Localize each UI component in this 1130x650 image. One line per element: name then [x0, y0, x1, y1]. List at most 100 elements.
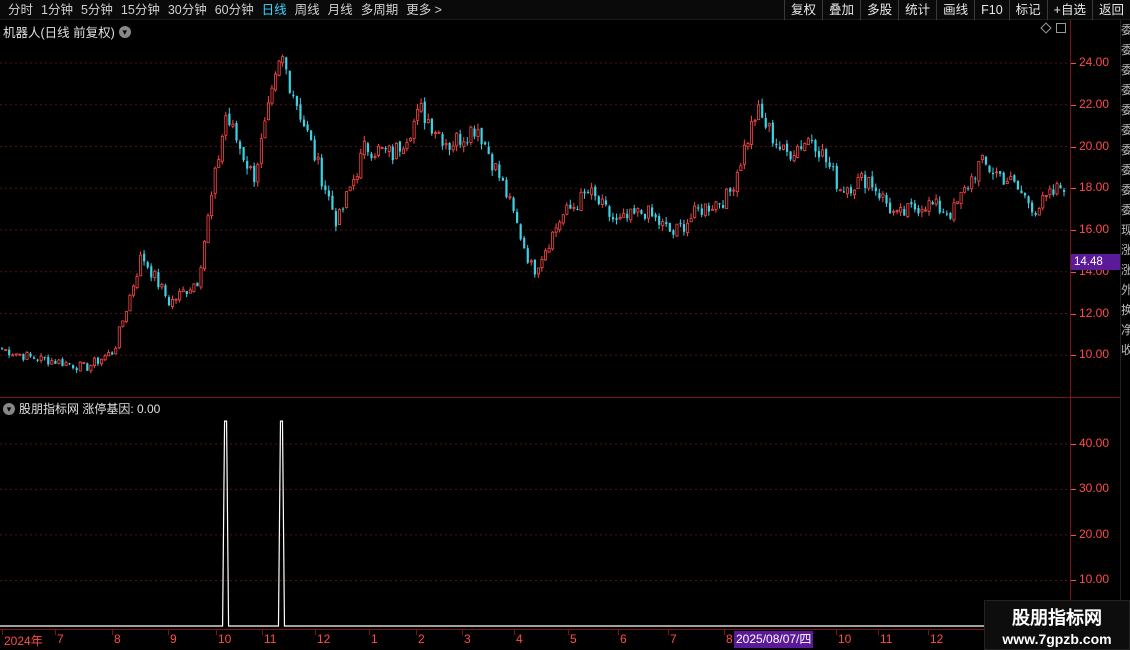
candle-body [967, 188, 970, 190]
tool-button-1[interactable]: 叠加 [822, 0, 860, 20]
quote-label: 涨 [1121, 260, 1130, 280]
candle-body [36, 359, 39, 361]
candle-body [192, 283, 196, 292]
period-tab-2[interactable]: 5分钟 [77, 0, 117, 20]
candle-body [331, 195, 334, 210]
candle-body [600, 198, 604, 205]
tool-button-4[interactable]: 画线 [936, 0, 974, 20]
period-tab-7[interactable]: 周线 [291, 0, 324, 20]
current-price-tag: 14.48 [1071, 253, 1121, 270]
candle-body [977, 161, 981, 182]
candle-body [355, 176, 359, 180]
candle-body [32, 357, 36, 359]
candle-body [654, 214, 657, 218]
date-label: 2024年 [4, 634, 43, 648]
candle-body [561, 214, 565, 224]
candle-body [597, 196, 600, 205]
candle-body [217, 159, 221, 168]
candle-body [394, 142, 398, 160]
candle-body [732, 189, 736, 192]
candle-body [849, 187, 853, 194]
period-tab-5[interactable]: 60分钟 [211, 0, 258, 20]
candle-body [419, 103, 423, 112]
candle-body [825, 149, 828, 163]
tool-button-5[interactable]: F10 [974, 0, 1009, 20]
date-tick [55, 630, 56, 635]
period-tab-10[interactable]: 更多 > [402, 0, 446, 20]
candle-body [881, 193, 885, 198]
candle-body [160, 283, 164, 288]
chevron-down-icon[interactable]: ▾ [118, 25, 131, 38]
indicator-chart[interactable]: ▾ 股朋指标网 涨停基因: 0.00 [0, 397, 1070, 629]
candle-body [469, 126, 473, 143]
period-tab-3[interactable]: 15分钟 [117, 0, 164, 20]
candle-body [821, 149, 825, 157]
candle-body [540, 258, 544, 268]
candle-body [718, 203, 721, 205]
candle-body [377, 145, 381, 156]
chevron-down-icon[interactable]: ▾ [3, 402, 15, 415]
candle-body [455, 132, 459, 147]
candle-body [569, 204, 572, 209]
candle-body [742, 144, 746, 165]
candle-body [885, 195, 888, 204]
diamond-icon[interactable] [1040, 22, 1052, 34]
candle-body [1059, 185, 1062, 189]
period-tab-8[interactable]: 月线 [324, 0, 357, 20]
candle-body [50, 360, 54, 365]
candle-body [519, 224, 522, 240]
candle-body [526, 248, 529, 263]
candle-body [68, 363, 71, 365]
candle-body [412, 121, 416, 139]
candle-body [370, 153, 373, 159]
period-tab-1[interactable]: 1分钟 [37, 0, 77, 20]
candle-body [263, 120, 267, 139]
quote-label: 委 [1121, 200, 1130, 220]
tool-button-6[interactable]: 标记 [1008, 0, 1047, 20]
candle-body [675, 223, 679, 237]
candle-body [806, 138, 810, 146]
candle-body [316, 156, 320, 160]
tool-button-8[interactable]: 返回 [1091, 0, 1130, 20]
period-tab-0[interactable]: 分时 [4, 0, 37, 20]
candle-body [153, 270, 157, 279]
tool-button-7[interactable]: +自选 [1046, 0, 1092, 20]
candle-body [224, 115, 228, 136]
candle-body [814, 140, 817, 152]
tool-button-0[interactable]: 复权 [784, 0, 822, 20]
candle-body [665, 221, 668, 225]
maximize-icon[interactable] [1056, 23, 1066, 33]
candle-body [348, 186, 352, 191]
candle-body [473, 128, 476, 137]
quote-label: 换 [1121, 300, 1130, 320]
period-tab-6[interactable]: 日线 [258, 0, 291, 20]
candle-body [285, 57, 288, 70]
candle-body [856, 176, 860, 189]
candle-body [853, 189, 857, 196]
candle-body [103, 355, 107, 361]
candle-body [139, 254, 143, 277]
tool-button-3[interactable]: 统计 [898, 0, 936, 20]
candle-body [92, 357, 96, 366]
indicator-tick [1071, 534, 1076, 536]
candle-body [892, 210, 896, 213]
candle-body [14, 353, 18, 356]
date-tick [416, 630, 417, 635]
candle-body [970, 176, 974, 189]
price-tick [1071, 313, 1076, 315]
candle-body [999, 171, 1002, 174]
candle-body [945, 213, 948, 215]
tool-button-2[interactable]: 多股 [860, 0, 898, 20]
candle-body [647, 205, 651, 219]
candle-body [618, 217, 622, 220]
candle-body [501, 177, 505, 181]
candle-body [1052, 189, 1055, 195]
price-chart[interactable]: 机器人(日线 前复权) ▾ [0, 20, 1070, 397]
quote-label: 净 [1121, 320, 1130, 340]
candle-body [178, 291, 182, 301]
price-tick [1071, 63, 1076, 65]
period-tab-4[interactable]: 30分钟 [164, 0, 211, 20]
candle-body [82, 362, 86, 365]
candle-body [107, 352, 111, 357]
period-tab-9[interactable]: 多周期 [357, 0, 403, 20]
